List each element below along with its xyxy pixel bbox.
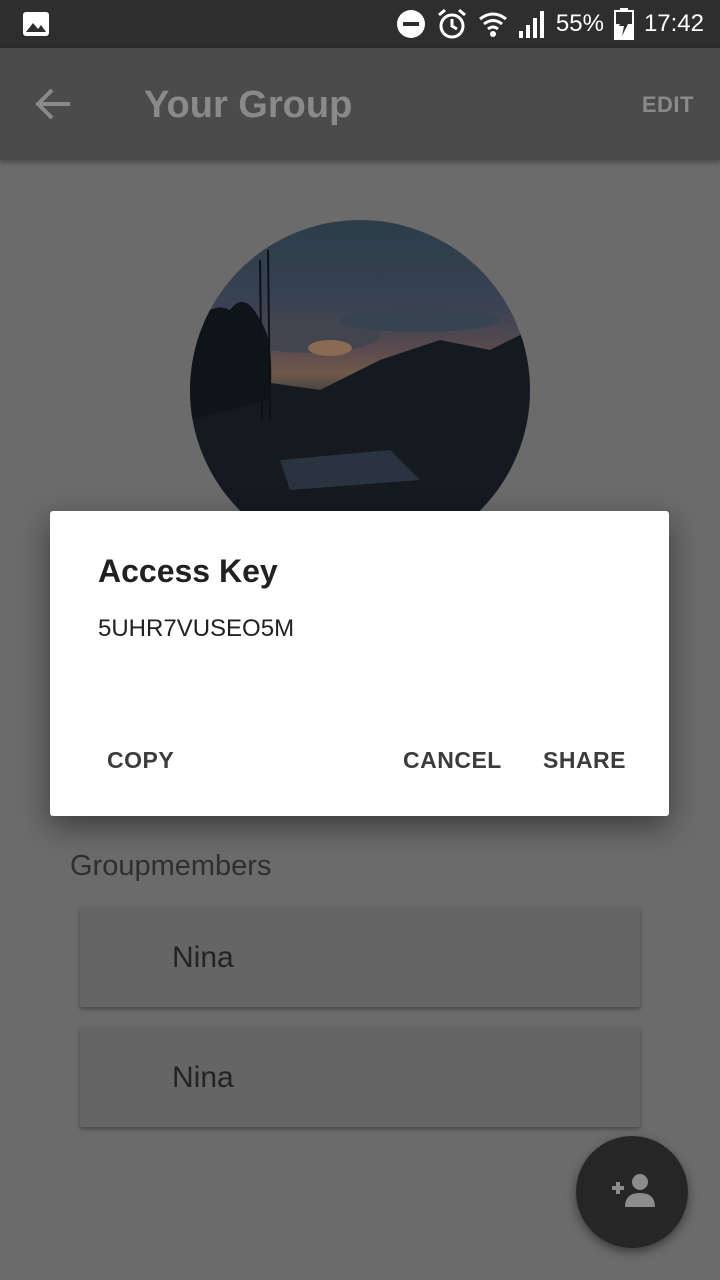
battery-charging-icon	[613, 8, 634, 40]
clock: 17:42	[643, 10, 704, 37]
page-title: Your Group	[144, 84, 353, 126]
edit-button[interactable]: EDIT	[642, 92, 694, 118]
battery-percentage: 55%	[555, 10, 604, 37]
share-button[interactable]: SHARE	[543, 747, 626, 774]
group-photo[interactable]	[190, 220, 530, 560]
signal-icon	[518, 9, 546, 39]
access-key-dialog: Access Key 5UHR7VUSEO5M COPY CANCEL SHAR…	[50, 511, 669, 816]
app-bar: Your Group EDIT	[0, 48, 720, 160]
dialog-title: Access Key	[98, 553, 278, 589]
add-member-button[interactable]	[576, 1136, 688, 1248]
copy-button[interactable]: COPY	[107, 747, 174, 774]
person-add-icon	[608, 1173, 656, 1212]
cancel-button[interactable]: CANCEL	[403, 747, 502, 774]
member-card[interactable]: Nina	[80, 1027, 640, 1127]
wifi-icon	[478, 9, 508, 39]
alarm-icon	[436, 8, 468, 40]
access-key-value: 5UHR7VUSEO5M	[98, 615, 295, 642]
arrow-left-icon[interactable]	[34, 86, 74, 122]
status-bar: 55% 17:42	[0, 0, 720, 48]
members-heading: Groupmembers	[70, 850, 272, 882]
member-card[interactable]: Nina	[80, 907, 640, 1007]
member-name: Nina	[172, 1061, 234, 1094]
image-icon	[22, 11, 50, 37]
member-name: Nina	[172, 941, 234, 974]
dnd-icon	[396, 9, 426, 39]
